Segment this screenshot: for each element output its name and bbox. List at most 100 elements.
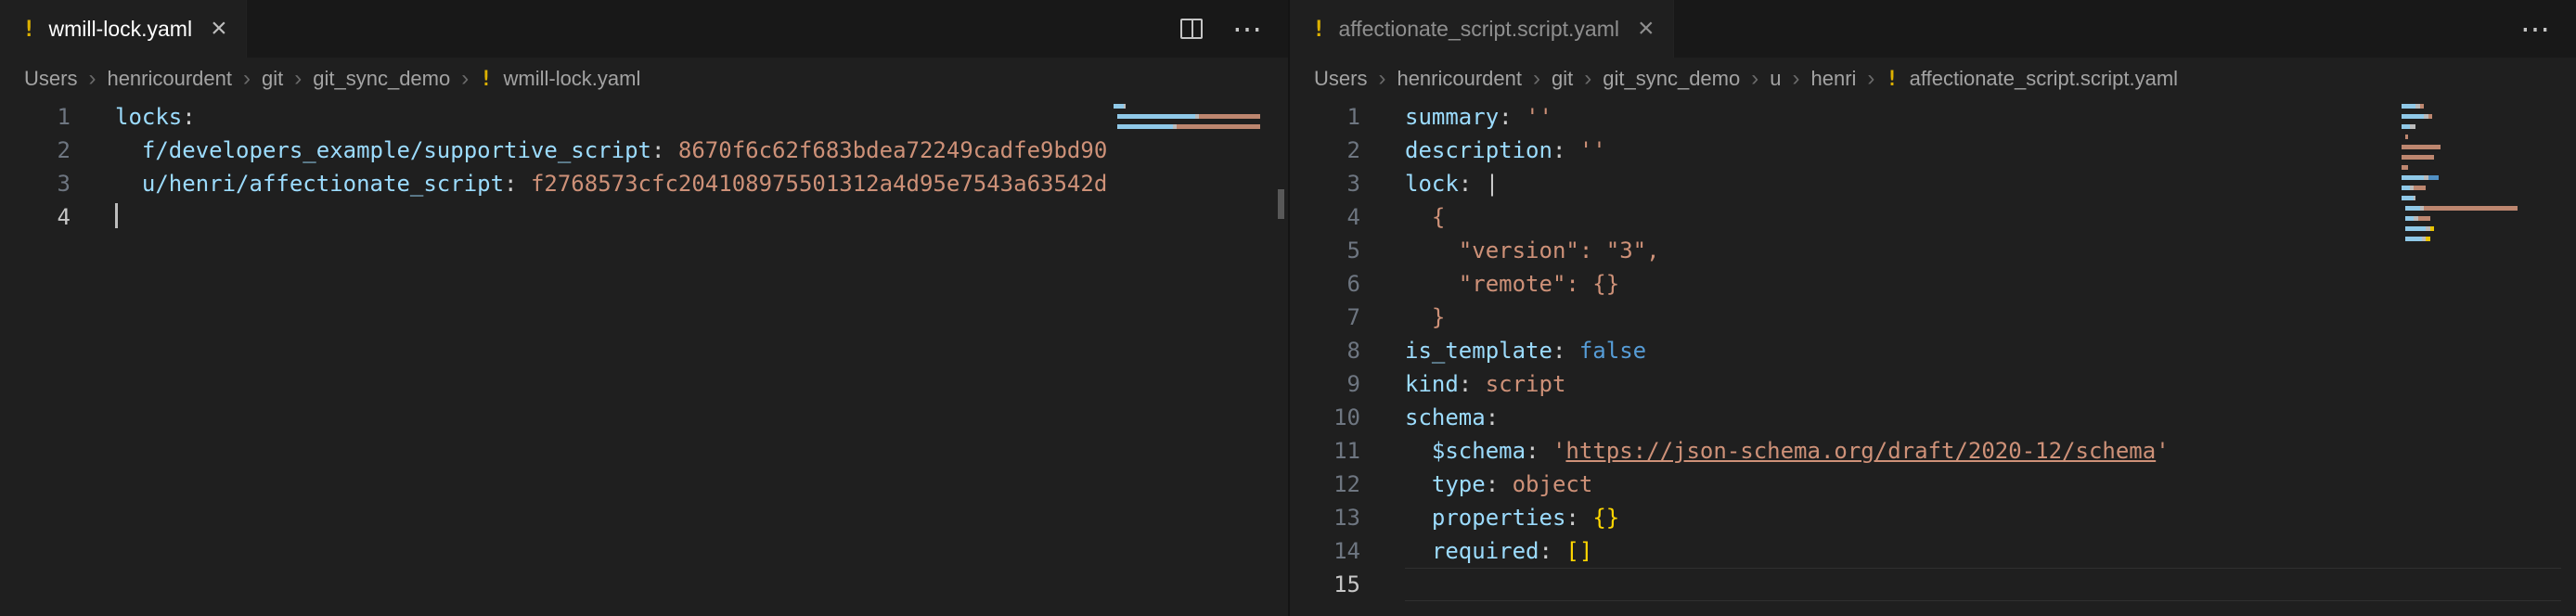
minimap[interactable] bbox=[2402, 104, 2548, 257]
code-token[interactable]: https://json-schema.org/draft/2020-12/sc… bbox=[1565, 438, 2156, 464]
code-token: '' bbox=[1579, 137, 1606, 163]
split-editor-icon[interactable] bbox=[1180, 19, 1203, 39]
code-line[interactable]: 2 f/developers_example/supportive_script… bbox=[0, 134, 1112, 167]
line-number[interactable]: 4 bbox=[0, 200, 71, 234]
code-line-content: } bbox=[1360, 301, 2400, 334]
tab-wmill-lock[interactable]: ! wmill-lock.yaml × bbox=[0, 0, 247, 58]
line-number[interactable]: 13 bbox=[1290, 501, 1360, 534]
minimap-line bbox=[2402, 165, 2548, 170]
code-token: script bbox=[1486, 371, 1566, 397]
line-number[interactable]: 5 bbox=[1290, 234, 1360, 267]
line-number[interactable]: 15 bbox=[1290, 568, 1360, 601]
code-line[interactable]: 7 } bbox=[1290, 301, 2400, 334]
code-line[interactable]: 10schema: bbox=[1290, 401, 2400, 434]
line-number[interactable]: 6 bbox=[1290, 267, 1360, 301]
breadcrumb-item[interactable]: Users bbox=[24, 67, 77, 91]
minimap[interactable] bbox=[1114, 104, 1260, 145]
code-line[interactable]: 4 { bbox=[1290, 200, 2400, 234]
code-line[interactable]: 3lock: | bbox=[1290, 167, 2400, 200]
minimap-line bbox=[2402, 247, 2548, 251]
breadcrumb-item[interactable]: affectionate_script.script.yaml bbox=[1910, 67, 2178, 91]
code-token: {} bbox=[1592, 505, 1619, 531]
code-line[interactable]: 13 properties: {} bbox=[1290, 501, 2400, 534]
code-line-content: kind: script bbox=[1360, 367, 2400, 401]
line-number[interactable]: 8 bbox=[1290, 334, 1360, 367]
code-line[interactable]: 1summary: '' bbox=[1290, 100, 2400, 134]
code-token: ' bbox=[2156, 438, 2169, 464]
code-line[interactable]: 14 required: [] bbox=[1290, 534, 2400, 568]
line-number[interactable]: 11 bbox=[1290, 434, 1360, 468]
code-line-content bbox=[1360, 568, 2400, 601]
minimap-line bbox=[1114, 135, 1260, 139]
line-number[interactable]: 2 bbox=[0, 134, 71, 167]
code-token: locks bbox=[115, 104, 182, 130]
more-actions-icon[interactable]: ⋯ bbox=[2520, 14, 2550, 44]
line-number[interactable]: 4 bbox=[1290, 200, 1360, 234]
code-line-content: required: [] bbox=[1360, 534, 2400, 568]
minimap-line bbox=[2402, 186, 2548, 190]
code-editor-left[interactable]: 1 locks: 2 f/developers_example/supportive… bbox=[0, 100, 1288, 616]
line-number[interactable]: 1 bbox=[0, 100, 71, 134]
code-token: "remote": {} bbox=[1405, 271, 1619, 297]
code-line[interactable]: 12 type: object bbox=[1290, 468, 2400, 501]
tab-affectionate-script[interactable]: ! affectionate_script.script.yaml × bbox=[1290, 0, 1674, 58]
minimap-line bbox=[1114, 114, 1260, 119]
code-line[interactable]: 6 "remote": {} bbox=[1290, 267, 2400, 301]
line-number[interactable]: 12 bbox=[1290, 468, 1360, 501]
line-number[interactable]: 3 bbox=[1290, 167, 1360, 200]
line-number[interactable]: 10 bbox=[1290, 401, 1360, 434]
code-line[interactable]: 8is_template: false bbox=[1290, 334, 2400, 367]
close-tab-icon[interactable]: × bbox=[1638, 15, 1655, 43]
line-number[interactable]: 7 bbox=[1290, 301, 1360, 334]
minimap-line bbox=[2402, 237, 2548, 241]
line-number[interactable]: 1 bbox=[1290, 100, 1360, 134]
breadcrumb-item[interactable]: git bbox=[262, 67, 283, 91]
more-actions-icon[interactable]: ⋯ bbox=[1232, 14, 1262, 44]
breadcrumb-item[interactable]: henri bbox=[1810, 67, 1856, 91]
code-line[interactable]: 2description: '' bbox=[1290, 134, 2400, 167]
line-number[interactable]: 2 bbox=[1290, 134, 1360, 167]
code-line[interactable]: 1 locks: bbox=[0, 100, 1112, 134]
breadcrumb-item[interactable]: wmill-lock.yaml bbox=[503, 67, 640, 91]
line-number[interactable]: 3 bbox=[0, 167, 71, 200]
breadcrumb-item[interactable]: henricourdent bbox=[107, 67, 232, 91]
code-line[interactable]: 9kind: script bbox=[1290, 367, 2400, 401]
code-line-content: type: object bbox=[1360, 468, 2400, 501]
breadcrumb-item[interactable]: Users bbox=[1314, 67, 1367, 91]
breadcrumb-file-icon: ! bbox=[480, 68, 492, 91]
code-line[interactable]: 3 u/henri/affectionate_script: f2768573c… bbox=[0, 167, 1112, 200]
code-line-content: $schema: 'https://json-schema.org/draft/… bbox=[1360, 434, 2400, 468]
code-token: $schema bbox=[1432, 438, 1526, 464]
yaml-file-icon: ! bbox=[22, 16, 35, 42]
line-number[interactable]: 14 bbox=[1290, 534, 1360, 568]
code-line[interactable]: 5 "version": "3", bbox=[1290, 234, 2400, 267]
code-token bbox=[115, 137, 142, 163]
line-number[interactable]: 9 bbox=[1290, 367, 1360, 401]
code-token: object bbox=[1513, 471, 1593, 497]
close-tab-icon[interactable]: × bbox=[211, 15, 227, 43]
breadcrumb-item[interactable]: git_sync_demo bbox=[313, 67, 450, 91]
code-token bbox=[115, 171, 142, 197]
code-line[interactable]: 4 bbox=[0, 200, 1112, 234]
code-token: : bbox=[182, 104, 195, 130]
code-editor-right[interactable]: 1summary: ''2description: ''3lock: |4 {5… bbox=[1290, 100, 2576, 616]
breadcrumb-item[interactable]: u bbox=[1770, 67, 1781, 91]
breadcrumb-item[interactable]: git_sync_demo bbox=[1603, 67, 1740, 91]
yaml-file-icon: ! bbox=[1312, 16, 1325, 42]
code-line[interactable]: 15 bbox=[1290, 568, 2400, 601]
code-token: : bbox=[1486, 404, 1499, 430]
code-line-content: properties: {} bbox=[1360, 501, 2400, 534]
code-token: 8670f6c62f683bdea72249cadfe9bd90 bbox=[678, 137, 1107, 163]
chevron-right-icon: › bbox=[294, 66, 302, 92]
code-token bbox=[1405, 538, 1432, 564]
minimap-line bbox=[2402, 114, 2548, 119]
breadcrumb-file-icon: ! bbox=[1886, 68, 1898, 91]
code-line-content: description: '' bbox=[1360, 134, 2400, 167]
breadcrumb-item[interactable]: git bbox=[1552, 67, 1573, 91]
breadcrumb-item[interactable]: henricourdent bbox=[1397, 67, 1522, 91]
code-line[interactable]: 11 $schema: 'https://json-schema.org/dra… bbox=[1290, 434, 2400, 468]
minimap-line bbox=[2402, 196, 2548, 200]
code-token: required bbox=[1432, 538, 1539, 564]
code-token: type bbox=[1432, 471, 1486, 497]
code-token: false bbox=[1579, 338, 1646, 364]
